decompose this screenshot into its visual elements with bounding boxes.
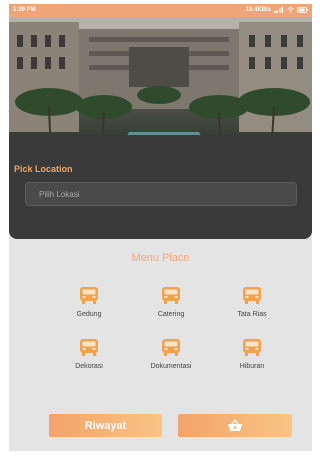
bus-icon (80, 339, 98, 356)
basket-button[interactable] (178, 414, 292, 437)
menu-item-tata-rias[interactable]: Tata Rias (217, 285, 287, 318)
menu-item-label: Gedung (76, 311, 102, 318)
wifi-icon (287, 7, 294, 13)
menu-item-label: Catering (157, 311, 185, 318)
location-input[interactable]: Pilih Lokasi (25, 182, 297, 206)
menu-item-catering[interactable]: Catering (136, 285, 206, 318)
app-screen: 1:29 PM 18.4KB/s Pick Location Pilih Lok… (9, 4, 312, 451)
bus-icon (162, 287, 180, 304)
menu-item-label: Dekorasi (75, 363, 103, 370)
menu-item-label: Dokumentasi (150, 363, 192, 370)
signal-icon (274, 7, 283, 13)
menu-item-label: Hiburan (239, 363, 265, 370)
status-indicators: 18.4KB/s (246, 7, 308, 13)
riwayat-button-label: Riwayat (84, 419, 127, 432)
pick-location-title: Pick Location (14, 164, 73, 174)
menu-item-label: Tata Rias (237, 311, 267, 318)
bus-icon (162, 339, 180, 356)
status-bar: 1:29 PM 18.4KB/s (9, 4, 312, 17)
bus-icon (80, 287, 98, 304)
menu-item-dokumentasi[interactable]: Dokumentasi (136, 337, 206, 370)
menu-item-hiburan[interactable]: Hiburan (217, 337, 287, 370)
menu-item-dekorasi[interactable]: Dekorasi (54, 337, 124, 370)
menu-title: Menu Place (131, 252, 190, 264)
bus-icon (243, 339, 261, 356)
menu-item-gedung[interactable]: Gedung (54, 285, 124, 318)
status-time: 1:29 PM (13, 7, 36, 13)
riwayat-button[interactable]: Riwayat (49, 414, 162, 437)
basket-icon (228, 419, 242, 431)
battery-icon (297, 7, 308, 13)
bus-icon (243, 287, 261, 304)
network-speed: 18.4KB/s (245, 7, 271, 13)
pick-location-card: Pick Location Pilih Lokasi (9, 135, 312, 239)
